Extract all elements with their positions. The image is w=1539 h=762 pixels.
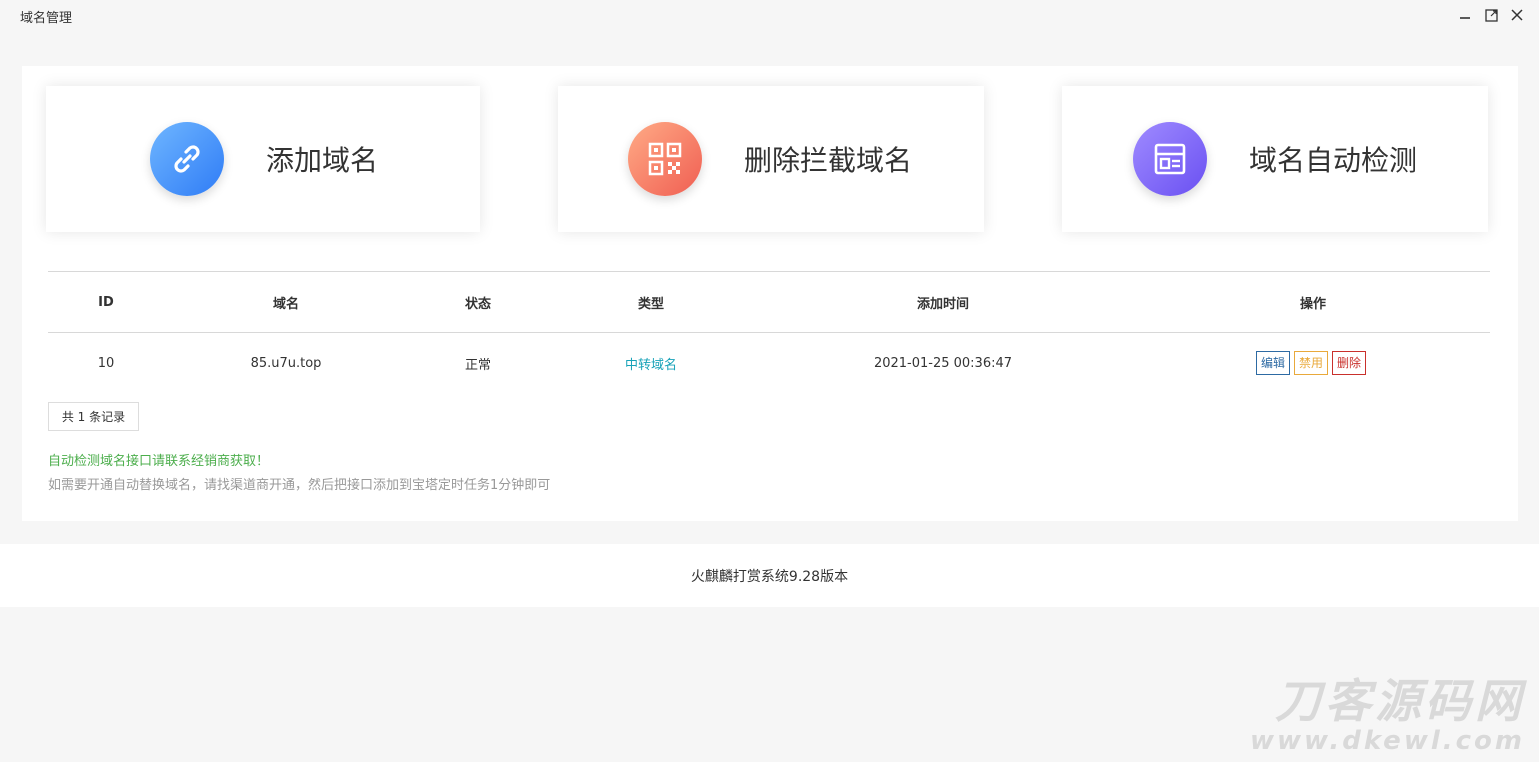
delete-blocked-domain-card[interactable]: 删除拦截域名 <box>558 86 984 232</box>
watermark: 刀客源码网 www.dkewl.com <box>1250 676 1525 756</box>
table-header: ID 域名 状态 类型 添加时间 操作 <box>48 272 1490 332</box>
header-id: ID <box>98 294 114 310</box>
watermark-url: www.dkewl.com <box>1249 726 1525 756</box>
add-domain-label: 添加域名 <box>266 144 379 177</box>
row-domain: 85.u7u.top <box>250 355 322 371</box>
watermark-title: 刀客源码网 <box>1275 674 1525 728</box>
auto-detect-domain-card[interactable]: 域名自动检测 <box>1062 86 1488 232</box>
footer-text: 火麒麟打赏系统9.28版本 <box>690 568 849 585</box>
row-id: 10 <box>97 355 115 371</box>
edit-button[interactable]: 编辑 <box>1255 351 1290 375</box>
auto-detect-domain-label: 域名自动检测 <box>1249 144 1418 177</box>
api-note: 自动检测域名接口请联系经销商获取！ <box>48 454 270 469</box>
maximize-icon[interactable] <box>1483 7 1499 23</box>
auto-replace-note: 如需要开通自动替换域名，请找渠道商开通，然后把接口添加到宝塔定时任务1分钟即可 <box>48 478 551 493</box>
domain-table: ID 域名 状态 类型 添加时间 操作 10 85.u7u.top 正常 中转域… <box>48 271 1490 393</box>
minimize-icon[interactable] <box>1457 7 1473 23</box>
delete-button[interactable]: 删除 <box>1332 351 1367 375</box>
disable-button[interactable]: 禁用 <box>1293 351 1328 375</box>
add-domain-card[interactable]: 添加域名 <box>46 86 480 232</box>
row-ops: 编辑 禁用 删除 <box>1248 333 1378 393</box>
header-type: 类型 <box>637 296 664 312</box>
header-time: 添加时间 <box>916 296 969 312</box>
row-status: 正常 <box>464 357 491 373</box>
link-icon <box>150 122 224 196</box>
list-icon <box>1133 122 1207 196</box>
header-status: 状态 <box>464 296 491 312</box>
delete-blocked-domain-label: 删除拦截域名 <box>744 144 913 177</box>
header-domain: 域名 <box>272 296 299 312</box>
title-bar: 域名管理 <box>0 0 1539 34</box>
table-row: 10 85.u7u.top 正常 中转域名 2021-01-25 00:36:4… <box>48 333 1490 393</box>
window-title: 域名管理 <box>20 11 73 26</box>
total-records: 共 1 条记录 <box>48 402 139 431</box>
footer: 火麒麟打赏系统9.28版本 <box>0 544 1539 607</box>
row-type-link[interactable]: 中转域名 <box>611 333 691 393</box>
close-icon[interactable] <box>1509 7 1525 23</box>
window-controls <box>1457 7 1525 23</box>
qrcode-icon <box>628 122 702 196</box>
header-ops: 操作 <box>1299 296 1326 312</box>
row-time: 2021-01-25 00:36:47 <box>873 355 1013 371</box>
